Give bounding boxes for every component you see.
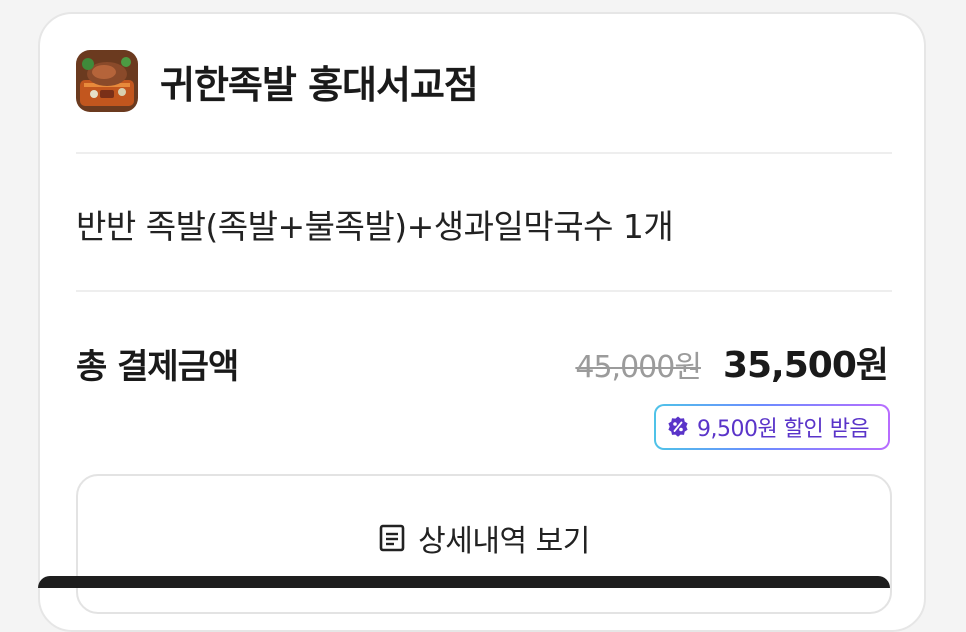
coupon-percent-icon	[668, 416, 688, 437]
bottom-action-bar[interactable]	[38, 576, 890, 588]
final-price: 35,500원	[722, 345, 889, 386]
view-details-button[interactable]: 상세내역 보기	[76, 474, 892, 614]
divider	[76, 290, 892, 292]
original-price: 45,000원	[575, 350, 702, 385]
view-details-label: 상세내역 보기	[418, 524, 590, 559]
order-summary-card: 귀한족발 홍대서교점 반반 족발(족발+불족발)+생과일막국수 1개 총 결제금…	[38, 12, 926, 632]
price-group: 45,000원 35,500원	[575, 336, 889, 388]
receipt-icon	[379, 524, 405, 552]
total-payment-label: 총 결제금액	[76, 347, 239, 387]
divider	[76, 152, 892, 154]
discount-badge: 9,500원 할인 받음	[654, 404, 890, 450]
discount-badge-label: 9,500원 할인 받음	[697, 417, 870, 442]
store-header[interactable]: 귀한족발 홍대서교점	[76, 50, 479, 112]
store-food-photo-icon	[76, 50, 138, 112]
store-thumbnail	[76, 50, 138, 112]
store-name: 귀한족발 홍대서교점	[160, 62, 479, 107]
menu-summary: 반반 족발(족발+불족발)+생과일막국수 1개	[76, 207, 674, 246]
